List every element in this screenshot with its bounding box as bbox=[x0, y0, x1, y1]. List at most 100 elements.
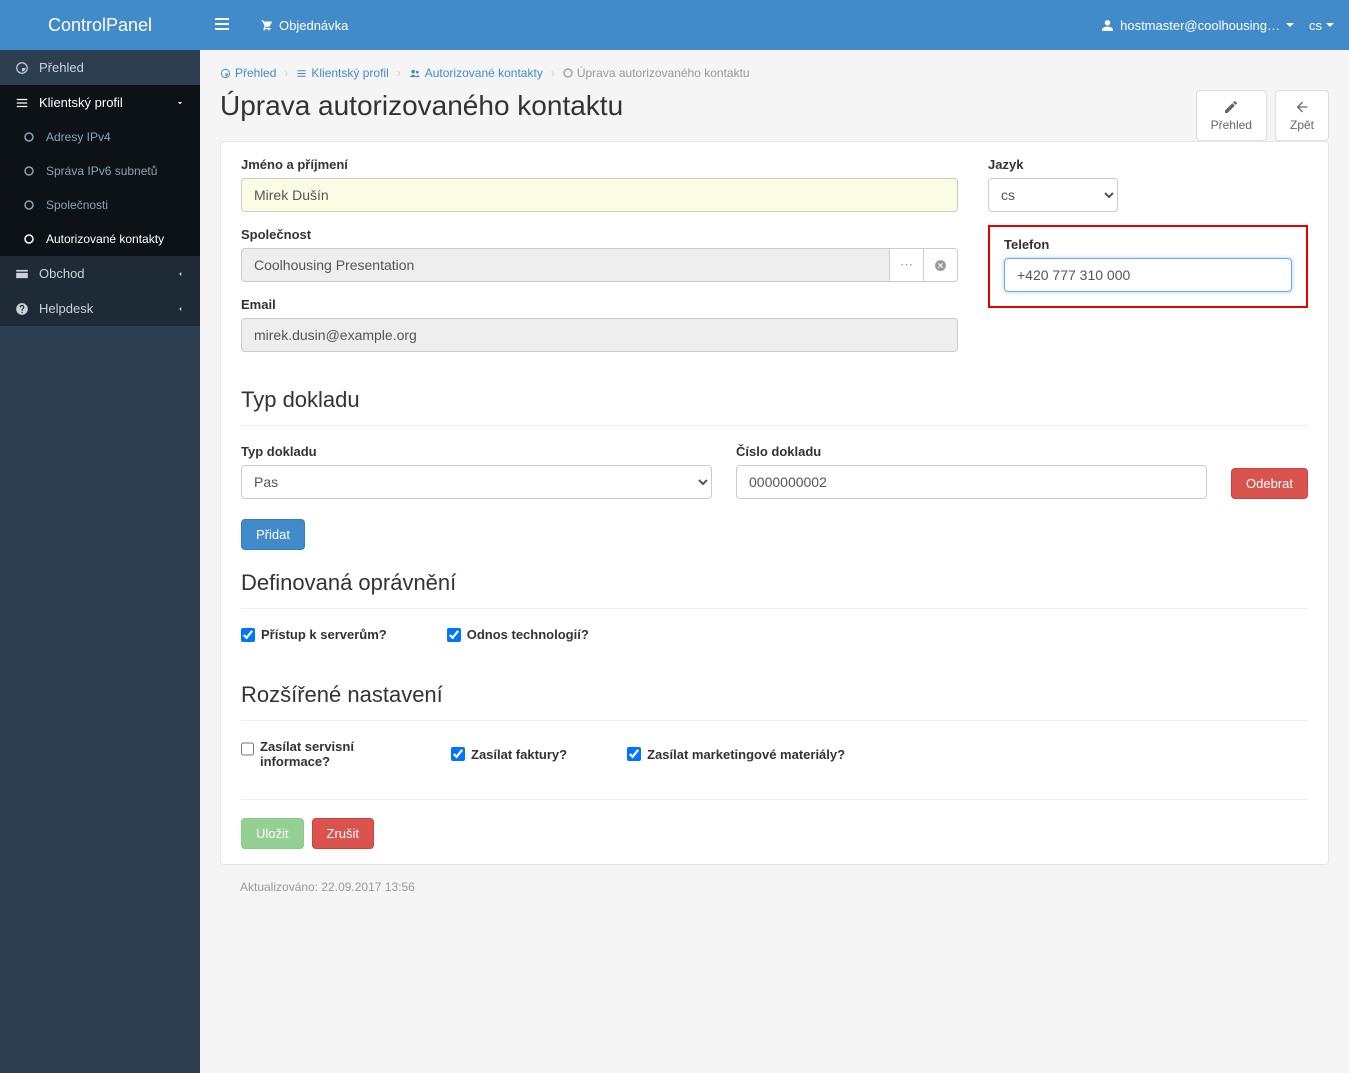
lang-field-label: Jazyk bbox=[988, 157, 1308, 172]
ellipsis-icon: ⋯ bbox=[900, 257, 913, 273]
breadcrumb: Přehled › Klientský profil › Autorizovan… bbox=[220, 62, 1329, 90]
checkbox-service-info-input[interactable] bbox=[241, 742, 254, 756]
email-input bbox=[241, 318, 958, 352]
breadcrumb-sep: › bbox=[284, 66, 288, 80]
sidebar-item-overview[interactable]: Přehled bbox=[0, 50, 200, 85]
sidebar: Přehled Klientský profil Adresy IPv4 Spr… bbox=[0, 50, 200, 1073]
page-title: Úprava autorizovaného kontaktu bbox=[220, 90, 623, 122]
sidebar-label: Helpdesk bbox=[39, 301, 93, 316]
checkbox-tech[interactable]: Odnos technologií? bbox=[447, 627, 589, 642]
checkbox-tech-input[interactable] bbox=[447, 628, 461, 642]
order-label: Objednávka bbox=[279, 18, 348, 33]
section-heading-doctype: Typ dokladu bbox=[241, 387, 1308, 413]
sidebar-item-ipv6[interactable]: Správa IPv6 subnetů bbox=[0, 154, 200, 188]
checkbox-invoices-input[interactable] bbox=[451, 747, 465, 761]
name-input[interactable] bbox=[241, 178, 958, 212]
sidebar-submenu-client-profile: Adresy IPv4 Správa IPv6 subnetů Společno… bbox=[0, 120, 200, 256]
button-label: Zpět bbox=[1290, 118, 1314, 132]
doctype-label: Typ dokladu bbox=[241, 444, 712, 459]
sidebar-item-shop[interactable]: Obchod bbox=[0, 256, 200, 291]
breadcrumb-overview[interactable]: Přehled bbox=[220, 66, 276, 80]
checkbox-marketing-input[interactable] bbox=[627, 747, 641, 761]
sidebar-label: Adresy IPv4 bbox=[46, 130, 111, 144]
circle-icon bbox=[22, 166, 36, 176]
sidebar-label: Přehled bbox=[39, 60, 84, 75]
docnum-input[interactable] bbox=[736, 465, 1207, 499]
edit-icon bbox=[1223, 99, 1239, 115]
company-clear-button[interactable] bbox=[924, 248, 958, 282]
menu-toggle-button[interactable] bbox=[200, 2, 244, 49]
overview-button[interactable]: Přehled bbox=[1196, 90, 1267, 141]
company-label: Společnost bbox=[241, 227, 958, 242]
footer-updated: Aktualizováno: 22.09.2017 13:56 bbox=[220, 865, 1329, 909]
lang-select[interactable]: cs bbox=[988, 178, 1118, 212]
phone-highlight-box: Telefon bbox=[988, 225, 1308, 308]
circle-x-icon bbox=[934, 259, 947, 272]
sidebar-item-companies[interactable]: Společnosti bbox=[0, 188, 200, 222]
docnum-label: Číslo dokladu bbox=[736, 444, 1207, 459]
checkbox-invoices[interactable]: Zasílat faktury? bbox=[451, 739, 567, 769]
circle-icon bbox=[22, 132, 36, 142]
cart-icon bbox=[259, 18, 273, 32]
user-menu[interactable]: hostmaster@coolhousing… bbox=[1101, 18, 1294, 33]
top-navbar: ControlPanel Objednávka hostmaster@coolh… bbox=[0, 0, 1349, 50]
users-icon bbox=[409, 68, 421, 79]
breadcrumb-sep: › bbox=[551, 66, 555, 80]
checkbox-servers-input[interactable] bbox=[241, 628, 255, 642]
company-input-group: ⋯ bbox=[241, 248, 958, 282]
company-input bbox=[241, 248, 890, 282]
caret-down-icon bbox=[1286, 23, 1294, 27]
checkbox-service-info[interactable]: Zasílat servisní informace? bbox=[241, 739, 391, 769]
breadcrumb-current: Úprava autorizovaného kontaktu bbox=[563, 66, 750, 80]
sidebar-label: Klientský profil bbox=[39, 95, 123, 110]
circle-icon bbox=[22, 200, 36, 210]
arrow-left-icon bbox=[1294, 99, 1310, 115]
caret-down-icon bbox=[1326, 23, 1334, 27]
phone-label: Telefon bbox=[1004, 237, 1292, 252]
circle-icon bbox=[22, 234, 36, 244]
checkbox-marketing[interactable]: Zasílat marketingové materiály? bbox=[627, 739, 845, 769]
brand[interactable]: ControlPanel bbox=[0, 15, 200, 36]
doctype-select[interactable]: Pas bbox=[241, 465, 712, 499]
email-label: Email bbox=[241, 297, 958, 312]
dashboard-icon bbox=[220, 68, 231, 79]
lang-menu[interactable]: cs bbox=[1309, 18, 1334, 33]
button-label: Přehled bbox=[1211, 118, 1252, 132]
sidebar-item-ipv4[interactable]: Adresy IPv4 bbox=[0, 120, 200, 154]
form-panel: Jméno a příjmení Společnost ⋯ bbox=[220, 141, 1329, 865]
name-label: Jméno a příjmení bbox=[241, 157, 958, 172]
list-icon bbox=[296, 68, 307, 79]
order-link[interactable]: Objednávka bbox=[244, 18, 363, 33]
breadcrumb-client-profile[interactable]: Klientský profil bbox=[296, 66, 388, 80]
checkbox-servers[interactable]: Přístup k serverům? bbox=[241, 627, 387, 642]
breadcrumb-auth-contacts[interactable]: Autorizované kontakty bbox=[409, 66, 543, 80]
company-options-button[interactable]: ⋯ bbox=[890, 248, 924, 282]
divider bbox=[241, 799, 1308, 800]
breadcrumb-sep: › bbox=[397, 66, 401, 80]
cancel-button[interactable]: Zrušit bbox=[312, 818, 375, 849]
add-button[interactable]: Přidat bbox=[241, 519, 305, 550]
circle-icon bbox=[563, 68, 573, 78]
sidebar-item-client-profile[interactable]: Klientský profil bbox=[0, 85, 200, 120]
back-button[interactable]: Zpět bbox=[1275, 90, 1329, 141]
sidebar-item-auth-contacts[interactable]: Autorizované kontakty bbox=[0, 222, 200, 256]
divider bbox=[241, 608, 1308, 609]
remove-button[interactable]: Odebrat bbox=[1231, 468, 1308, 499]
checkbox-label: Zasílat marketingové materiály? bbox=[647, 747, 845, 762]
bars-icon bbox=[215, 17, 229, 31]
list-icon bbox=[15, 96, 29, 110]
chevron-left-icon bbox=[175, 269, 185, 279]
checkbox-label: Přístup k serverům? bbox=[261, 627, 387, 642]
phone-input[interactable] bbox=[1004, 258, 1292, 292]
divider bbox=[241, 720, 1308, 721]
section-heading-permissions: Definovaná oprávnění bbox=[241, 570, 1308, 596]
sidebar-item-helpdesk[interactable]: Helpdesk bbox=[0, 291, 200, 326]
chevron-down-icon bbox=[175, 98, 185, 108]
user-icon bbox=[1101, 19, 1114, 32]
chevron-left-icon bbox=[175, 304, 185, 314]
section-heading-extended: Rozšířené nastavení bbox=[241, 682, 1308, 708]
lang-label: cs bbox=[1309, 18, 1322, 33]
checkbox-label: Odnos technologií? bbox=[467, 627, 589, 642]
save-button[interactable]: Uložit bbox=[241, 818, 304, 849]
credit-card-icon bbox=[15, 267, 29, 281]
